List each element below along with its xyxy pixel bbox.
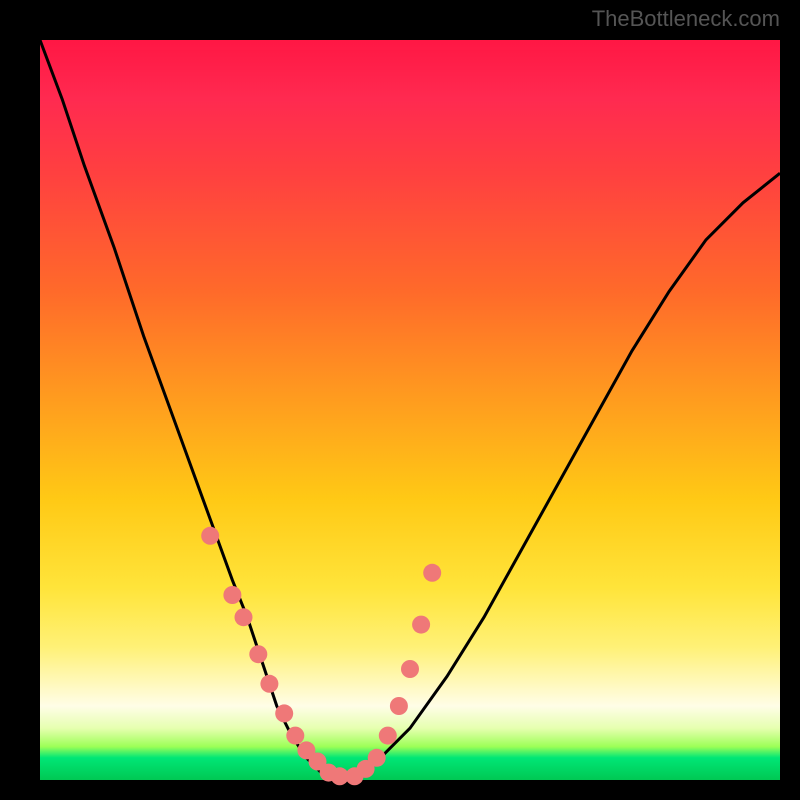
dot-markers-group — [201, 527, 441, 786]
dot-marker — [260, 675, 278, 693]
dot-marker — [249, 645, 267, 663]
dot-marker — [275, 704, 293, 722]
chart-frame: TheBottleneck.com — [0, 0, 800, 800]
dot-marker — [401, 660, 419, 678]
dot-marker — [368, 749, 386, 767]
watermark-text: TheBottleneck.com — [592, 6, 780, 32]
chart-svg — [40, 40, 780, 780]
dot-marker — [423, 564, 441, 582]
dot-marker — [223, 586, 241, 604]
dot-marker — [201, 527, 219, 545]
dot-marker — [412, 616, 430, 634]
plot-area — [40, 40, 780, 780]
dot-marker — [235, 608, 253, 626]
dot-marker — [379, 727, 397, 745]
dot-marker — [390, 697, 408, 715]
dot-marker — [286, 727, 304, 745]
